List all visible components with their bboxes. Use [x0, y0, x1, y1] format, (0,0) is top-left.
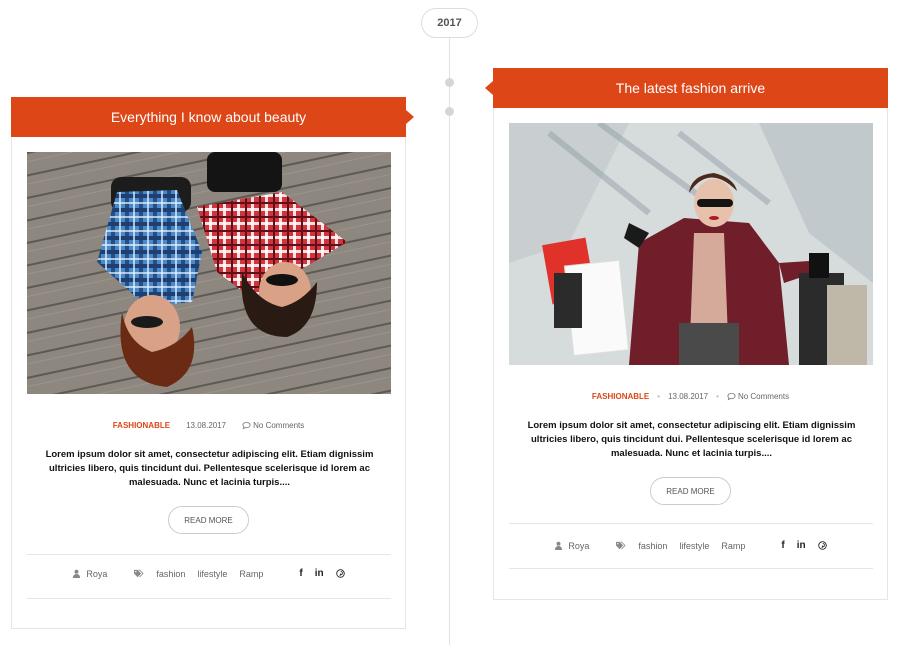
divider: [509, 523, 873, 524]
linkedin-icon[interactable]: in: [315, 568, 324, 579]
post-footer: Roya fashion lifestyle Ramp f in: [12, 568, 405, 579]
pinterest-icon[interactable]: [817, 541, 827, 550]
post-meta: FASHIONABLE • 13.08.2017 • No Comments: [494, 392, 887, 401]
post-tags: fashion lifestyle Ramp: [615, 541, 745, 551]
woman-with-shopping-bags-image: [509, 123, 873, 365]
post-date: 13.08.2017: [668, 392, 709, 401]
tag-link[interactable]: fashion: [638, 541, 667, 551]
post-author[interactable]: Roya: [72, 569, 107, 579]
post-author[interactable]: Roya: [554, 541, 589, 551]
post-excerpt: Lorem ipsum dolor sit amet, consectetur …: [527, 420, 856, 459]
post-title[interactable]: The latest fashion arrive: [485, 68, 888, 108]
post-meta: FASHIONABLE 13.08.2017 No Comments: [12, 421, 405, 430]
separator-dot: •: [657, 392, 661, 401]
social-share: f in: [299, 568, 345, 579]
post-title[interactable]: Everything I know about beauty: [11, 97, 414, 137]
post-date: 13.08.2017: [186, 421, 227, 430]
two-women-lying-on-deck-image: [27, 152, 391, 394]
post-footer: Roya fashion lifestyle Ramp f in: [494, 540, 887, 551]
user-icon: [73, 569, 81, 578]
read-more-button[interactable]: READ MORE: [168, 506, 249, 534]
facebook-icon[interactable]: f: [781, 540, 784, 551]
post-image[interactable]: [509, 123, 873, 365]
post-category[interactable]: FASHIONABLE: [592, 392, 649, 401]
timeline-line: [449, 30, 450, 645]
comments-link[interactable]: No Comments: [727, 392, 789, 401]
post-excerpt: Lorem ipsum dolor sit amet, consectetur …: [45, 449, 374, 488]
comments-link[interactable]: No Comments: [242, 421, 304, 430]
comments-count: No Comments: [737, 392, 790, 401]
tag-link[interactable]: lifestyle: [679, 541, 709, 551]
linkedin-icon[interactable]: in: [797, 540, 806, 551]
pinterest-icon[interactable]: [335, 569, 345, 578]
comment-icon: [727, 392, 736, 401]
year-badge: 2017: [421, 8, 478, 38]
timeline-dot: [445, 78, 454, 87]
post-image[interactable]: [27, 152, 391, 394]
timeline-dot: [445, 107, 454, 116]
comment-icon: [242, 421, 251, 430]
tag-link[interactable]: lifestyle: [197, 569, 227, 579]
read-more-button[interactable]: READ MORE: [650, 477, 731, 505]
tag-link[interactable]: Ramp: [239, 569, 263, 579]
divider: [509, 568, 873, 569]
separator-dot: •: [716, 392, 719, 401]
divider: [27, 554, 391, 555]
tag-link[interactable]: Ramp: [721, 541, 745, 551]
comments-count: No Comments: [253, 421, 305, 430]
post-category[interactable]: FASHIONABLE: [113, 421, 170, 430]
facebook-icon[interactable]: f: [299, 568, 302, 579]
social-share: f in: [781, 540, 827, 551]
author-name: Roya: [568, 540, 590, 551]
tags-icon: [134, 569, 144, 578]
tag-link[interactable]: fashion: [156, 569, 185, 579]
post-tags: fashion lifestyle Ramp: [133, 569, 263, 579]
user-icon: [555, 541, 563, 550]
post-card: Everything I know about beauty FASHIONAB…: [11, 97, 414, 629]
post-card: The latest fashion arrive FASHIONABLE • …: [485, 68, 888, 600]
divider: [27, 598, 391, 599]
tags-icon: [616, 541, 626, 550]
author-name: Roya: [86, 568, 108, 579]
